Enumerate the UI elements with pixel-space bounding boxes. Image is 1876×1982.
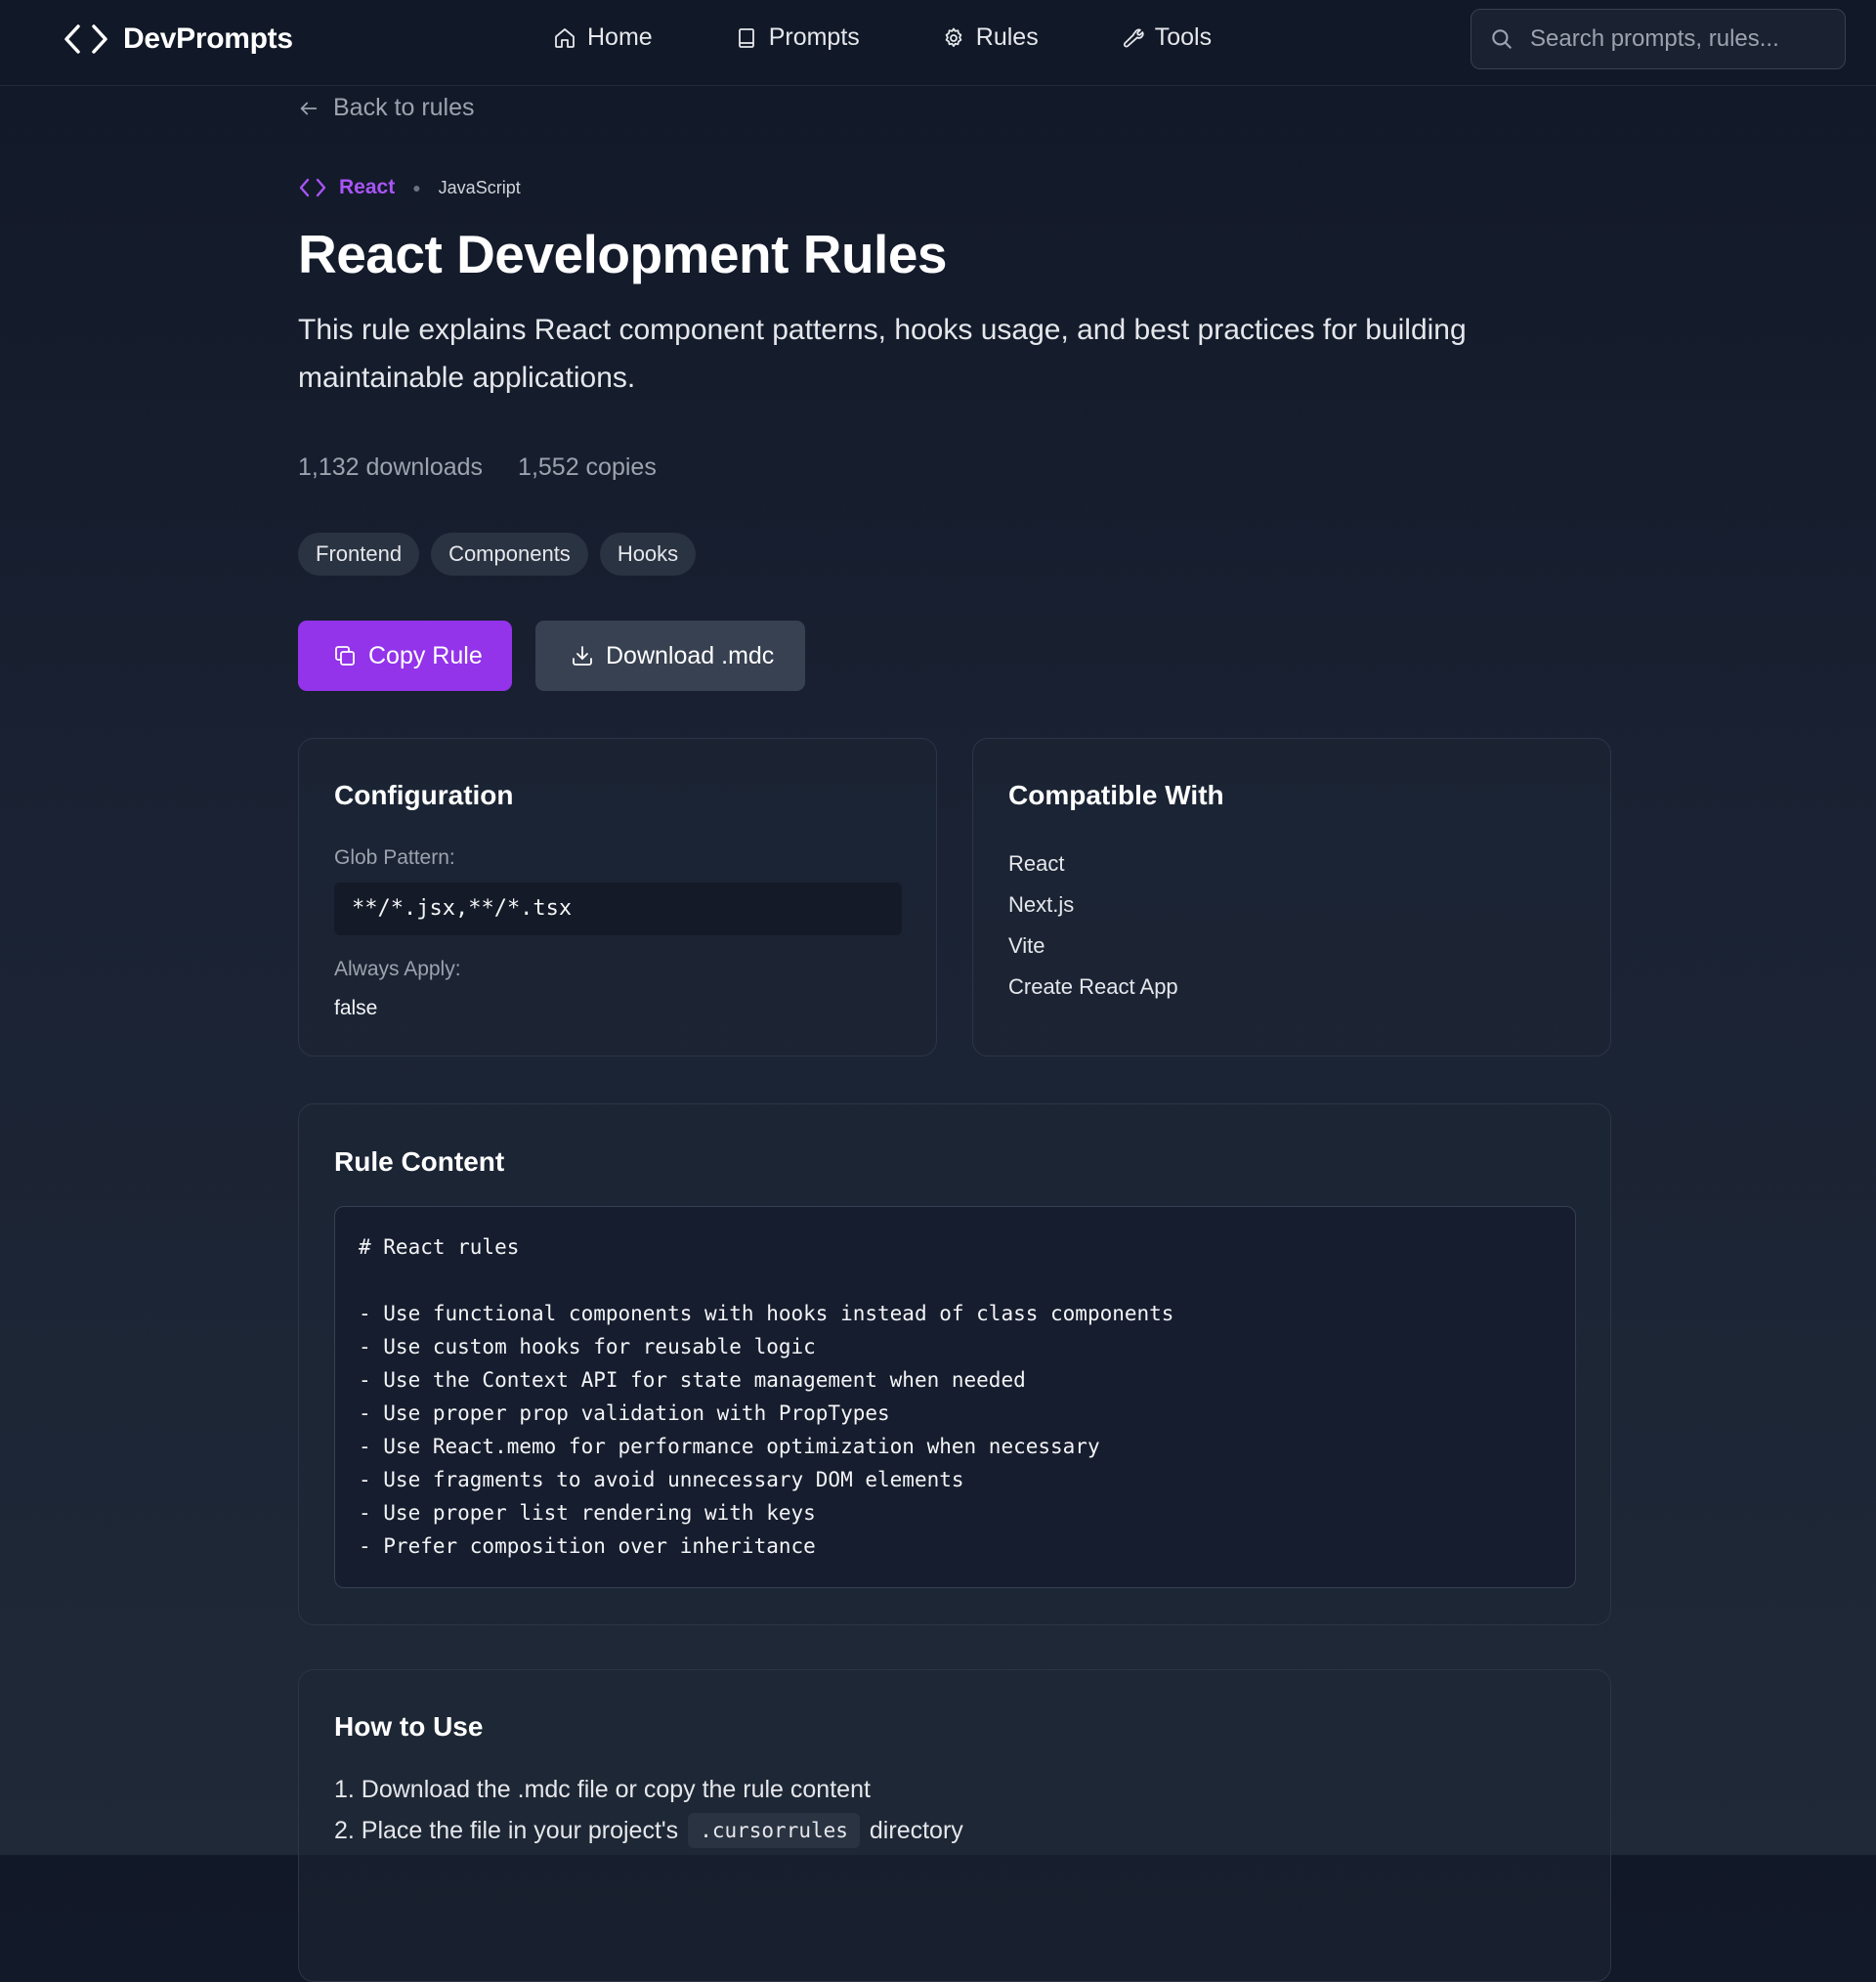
compatible-item: Next.js <box>1008 892 1075 917</box>
nav-home-label: Home <box>587 23 653 51</box>
copy-rule-label: Copy Rule <box>368 641 483 669</box>
compatible-with-card: Compatible With React Next.js Vite Creat… <box>972 738 1611 1056</box>
tag-hooks[interactable]: Hooks <box>599 533 697 576</box>
home-icon <box>555 27 575 48</box>
nav-tools[interactable]: Tools <box>1121 23 1212 52</box>
how-to-use-card: How to Use 1. Download the .mdc file or … <box>298 1669 1611 1982</box>
main-nav: Home Prompts Rules Tools <box>553 23 1212 52</box>
download-mdc-button[interactable]: Download .mdc <box>535 621 805 691</box>
code-brackets-icon <box>299 178 326 197</box>
back-to-rules-link[interactable]: Back to rules <box>298 94 475 122</box>
glob-pattern-value: **/*.jsx,**/*.tsx <box>334 883 902 935</box>
how-to-step-2: 2. Place the file in your project's .cur… <box>334 1813 963 1848</box>
language-label: JavaScript <box>438 177 521 197</box>
page-title: React Development Rules <box>298 224 948 284</box>
nav-tools-label: Tools <box>1154 23 1213 51</box>
configuration-card: Configuration Glob Pattern: **/*.jsx,**/… <box>298 738 937 1056</box>
configuration-title: Configuration <box>334 780 514 810</box>
step-1-text: 1. Download the .mdc file or copy the ru… <box>334 1776 871 1803</box>
rule-content-code: # React rules - Use functional component… <box>334 1206 1576 1588</box>
copies-count: 1,552 copies <box>518 453 657 481</box>
brand-name: DevPrompts <box>123 22 293 55</box>
book-icon <box>738 27 754 48</box>
copy-icon <box>335 646 355 666</box>
top-navbar: DevPrompts Home Prompts Rules Tools Sear… <box>0 0 1876 86</box>
always-apply-label: Always Apply: <box>334 958 461 980</box>
how-to-step-1: 1. Download the .mdc file or copy the ru… <box>334 1776 871 1804</box>
compatible-list: React Next.js Vite Create React App <box>1008 843 1178 1008</box>
tag-list: Frontend Components Hooks <box>298 533 697 576</box>
search-icon <box>1492 29 1512 49</box>
code-brackets-icon <box>64 24 107 54</box>
how-to-use-title: How to Use <box>334 1711 484 1742</box>
copy-rule-button[interactable]: Copy Rule <box>298 621 512 691</box>
nav-prompts-label: Prompts <box>768 23 860 51</box>
cursorrules-code: .cursorrules <box>688 1813 860 1848</box>
step-2-prefix: 2. Place the file in your project's <box>334 1816 679 1844</box>
brand-logo[interactable]: DevPrompts <box>63 22 293 57</box>
nav-prompts[interactable]: Prompts <box>735 23 860 52</box>
arrow-left-icon <box>300 102 318 114</box>
step-2-suffix: directory <box>869 1816 963 1844</box>
compatible-item: Vite <box>1008 933 1045 958</box>
nav-home[interactable]: Home <box>553 23 653 52</box>
always-apply-value: false <box>334 997 378 1019</box>
rule-description: This rule explains React component patte… <box>298 314 1467 394</box>
rule-content-title: Rule Content <box>334 1146 505 1177</box>
separator-dot: ● <box>412 180 421 195</box>
back-label: Back to rules <box>333 94 475 121</box>
search-box <box>1471 9 1846 69</box>
nav-rules-label: Rules <box>975 23 1039 51</box>
rule-content-card: Rule Content # React rules - Use functio… <box>298 1103 1611 1625</box>
wrench-icon <box>1123 28 1144 47</box>
category-label[interactable]: React <box>339 176 395 199</box>
compatible-item: Create React App <box>1008 974 1178 999</box>
download-icon <box>573 646 592 666</box>
tag-frontend[interactable]: Frontend <box>298 533 420 576</box>
action-buttons: Copy Rule Download .mdc <box>298 621 805 691</box>
compatible-with-title: Compatible With <box>1008 780 1224 810</box>
compatible-item: React <box>1008 851 1065 876</box>
downloads-count: 1,132 downloads <box>298 453 484 481</box>
rule-stats: 1,132 downloads 1,552 copies <box>298 453 657 482</box>
glob-pattern-label: Glob Pattern: <box>334 846 455 869</box>
gear-icon <box>945 27 962 47</box>
download-mdc-label: Download .mdc <box>606 641 775 669</box>
tag-components[interactable]: Components <box>431 533 588 576</box>
search-input[interactable] <box>1530 25 1823 53</box>
category-line: React ● JavaScript <box>298 176 521 199</box>
nav-rules[interactable]: Rules <box>942 23 1039 52</box>
